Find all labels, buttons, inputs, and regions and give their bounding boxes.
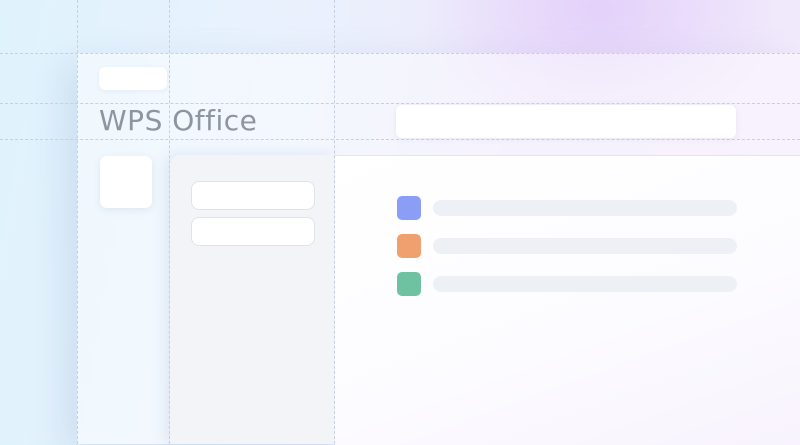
file-row[interactable] bbox=[397, 234, 737, 258]
file-name-placeholder bbox=[433, 276, 737, 292]
layout-guide bbox=[169, 0, 170, 444]
file-row[interactable] bbox=[397, 196, 737, 220]
layout-guide bbox=[77, 0, 78, 444]
layout-guide bbox=[334, 0, 335, 444]
presentation-icon bbox=[397, 234, 421, 258]
window-tab[interactable] bbox=[99, 67, 167, 90]
sidebar bbox=[170, 155, 335, 444]
file-list bbox=[335, 155, 800, 445]
layout-guide bbox=[0, 103, 800, 104]
spreadsheet-icon bbox=[397, 272, 421, 296]
file-row[interactable] bbox=[397, 272, 737, 296]
sidebar-item[interactable] bbox=[191, 181, 315, 210]
sidebar-item[interactable] bbox=[191, 217, 315, 246]
layout-guide bbox=[0, 53, 800, 54]
rail-home-button[interactable] bbox=[100, 156, 152, 208]
wps-office-logo: WPS Office bbox=[99, 104, 258, 137]
file-name-placeholder bbox=[433, 200, 737, 216]
layout-guide bbox=[0, 139, 800, 140]
document-icon bbox=[397, 196, 421, 220]
search-input[interactable] bbox=[396, 105, 736, 138]
file-name-placeholder bbox=[433, 238, 737, 254]
